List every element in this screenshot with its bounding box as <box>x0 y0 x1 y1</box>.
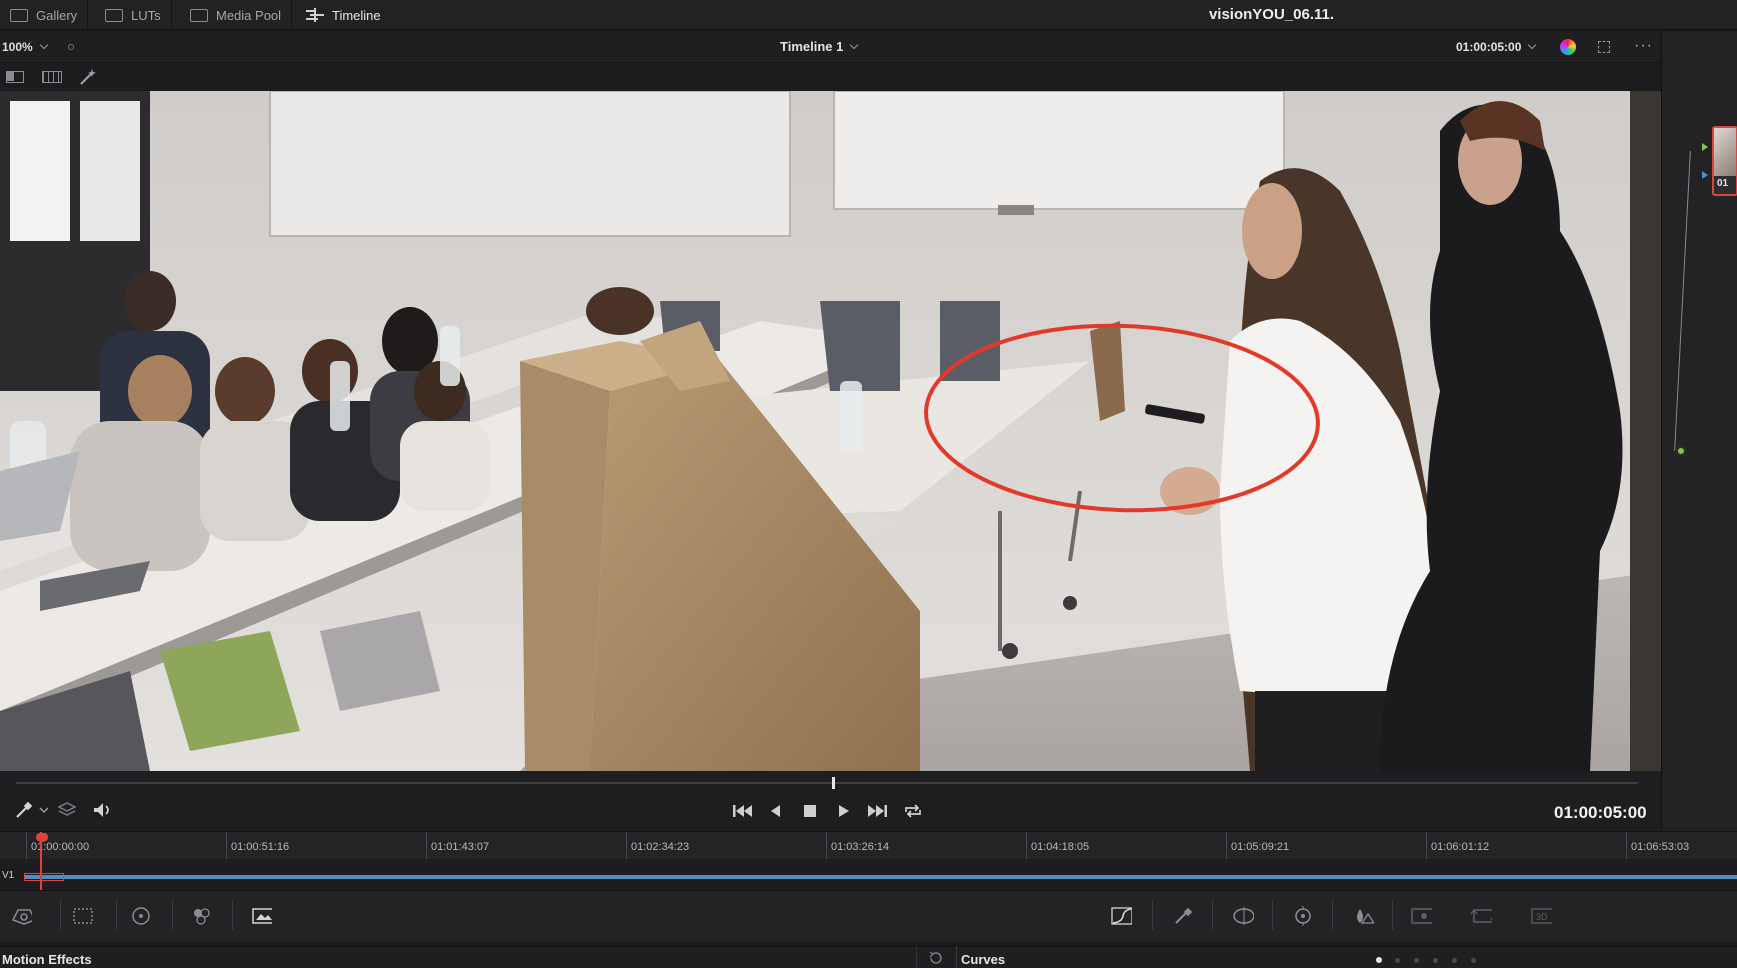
timeline-ruler[interactable]: 01:00:00:00 01:00:51:16 01:01:43:07 01:0… <box>0 831 1737 860</box>
skip-to-start-icon[interactable] <box>732 803 754 819</box>
timecode-dropdown[interactable]: 01:00:05:00 <box>1456 31 1537 63</box>
bottom-panels <box>0 946 1737 968</box>
speaker-icon[interactable] <box>92 801 114 819</box>
timeline-selector[interactable]: Timeline 1 <box>780 31 859 63</box>
tracker-icon[interactable] <box>1292 906 1314 926</box>
page-dot[interactable] <box>1414 958 1419 963</box>
node-input-arrow-icon <box>1702 143 1708 151</box>
video-frame <box>0 91 1661 771</box>
dot-icon <box>68 44 74 50</box>
chevron-down-icon <box>39 40 48 50</box>
reset-icon[interactable] <box>927 950 943 966</box>
more-options-icon[interactable]: ··· <box>1634 37 1653 55</box>
skip-to-end-icon[interactable] <box>866 803 888 819</box>
ruler-tick: 01:06:01:12 <box>1426 832 1489 860</box>
color-match-icon[interactable] <box>72 906 94 926</box>
ruler-tick: 01:06:53:03 <box>1626 832 1689 860</box>
3d-icon[interactable]: 3D <box>1530 906 1552 926</box>
page-dot-active[interactable] <box>1376 957 1382 963</box>
scrubber-head[interactable] <box>832 777 835 789</box>
timeline-name: Timeline 1 <box>780 39 844 54</box>
qualifier-icon[interactable] <box>1172 906 1194 926</box>
ruler-tick: 01:05:09:21 <box>1226 832 1289 860</box>
chevron-down-icon <box>850 40 859 50</box>
motion-effects-icon[interactable] <box>250 906 272 926</box>
motion-effects-title: Motion Effects <box>2 952 92 967</box>
transport-bar <box>0 771 1661 831</box>
clip-strip[interactable] <box>24 875 1737 879</box>
timecode-main: 01:00:05:00 <box>1554 803 1647 822</box>
project-title: visionYOU_06.11. <box>1208 6 1335 23</box>
viewer-subbar <box>0 63 1661 91</box>
ruler-tick: 01:00:51:16 <box>226 832 289 860</box>
node-source-dot-icon[interactable] <box>1675 445 1687 457</box>
step-back-icon[interactable] <box>768 803 784 819</box>
video-viewer[interactable] <box>0 91 1661 771</box>
node-label: 01 <box>1717 178 1729 189</box>
magic-wand-icon[interactable] <box>78 68 98 86</box>
sizing-icon[interactable] <box>1470 906 1492 926</box>
color-wheels-icon[interactable] <box>130 906 152 926</box>
grid-view-icon[interactable] <box>42 71 62 83</box>
eyedropper-icon[interactable] <box>14 800 48 820</box>
color-wheel-icon[interactable] <box>1560 39 1576 55</box>
svg-text:3D: 3D <box>1536 912 1548 922</box>
node-thumbnail <box>1714 128 1736 176</box>
loop-icon[interactable] <box>903 803 923 819</box>
zoom-dropdown[interactable]: 100% <box>2 31 48 63</box>
viewer-header: 100% Timeline 1 01:00:05:00 ··· <box>0 31 1661 63</box>
chevron-down-icon <box>1528 40 1537 50</box>
top-bar: Gallery LUTs Media Pool Timeline visionY… <box>0 0 1737 30</box>
node-01[interactable]: 01 <box>1712 126 1737 196</box>
fullscreen-icon[interactable] <box>1598 41 1610 53</box>
window-icon[interactable] <box>1232 906 1254 926</box>
node-connection-line <box>1674 151 1716 451</box>
timecode-top: 01:00:05:00 <box>1456 40 1522 54</box>
page-dot[interactable] <box>1433 958 1438 963</box>
current-clip[interactable] <box>24 873 64 881</box>
ruler-tick: 01:04:18:05 <box>1026 832 1089 860</box>
blur-icon[interactable] <box>1352 906 1374 926</box>
ruler-tick: 01:03:26:14 <box>826 832 889 860</box>
ruler-tick: 01:01:43:07 <box>426 832 489 860</box>
key-icon[interactable] <box>1410 906 1432 926</box>
curves-icon[interactable] <box>1110 906 1132 926</box>
play-icon[interactable] <box>836 803 852 819</box>
curves-title: Curves <box>961 952 1006 967</box>
track-label: V1 <box>2 870 15 881</box>
page-dot[interactable] <box>1471 958 1476 963</box>
scrubber-track[interactable] <box>16 782 1638 784</box>
page-dot[interactable] <box>1395 958 1400 963</box>
layers-icon[interactable] <box>58 801 76 819</box>
single-view-icon[interactable] <box>6 71 24 83</box>
rgb-mixer-icon[interactable] <box>190 906 212 926</box>
stop-icon[interactable] <box>802 803 818 819</box>
reset-area <box>916 946 956 968</box>
playhead-handle[interactable] <box>36 833 48 842</box>
zoom-value: 100% <box>2 40 33 54</box>
node-editor[interactable]: 01 <box>1661 31 1737 831</box>
page-dot[interactable] <box>1452 958 1457 963</box>
camera-raw-icon[interactable] <box>10 906 32 926</box>
ruler-tick: 01:02:34:23 <box>626 832 689 860</box>
